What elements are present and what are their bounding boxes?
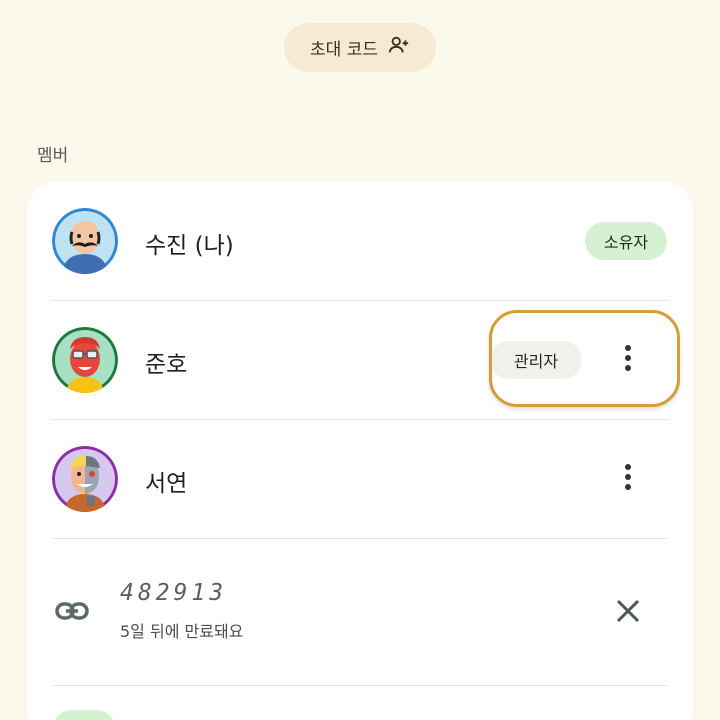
divider bbox=[52, 685, 668, 686]
invite-code-label: 초대 코드 bbox=[310, 40, 378, 60]
member-row: 준호 관리자 bbox=[27, 301, 693, 419]
member-name: 준호 bbox=[145, 352, 188, 378]
admin-badge: 관리자 bbox=[490, 341, 582, 379]
member-row: 수진 (나) 소유자 bbox=[27, 182, 693, 300]
members-card: 수진 (나) 소유자 준호 관리자 서연 482913 5일 뒤에 만료돼요 bbox=[27, 182, 693, 720]
more-vert-icon bbox=[624, 463, 632, 495]
bald-mustache-man-avatar bbox=[52, 208, 118, 274]
half-robot-avatar bbox=[52, 446, 118, 512]
member-name: 서연 bbox=[145, 471, 188, 497]
members-section-label: 멤버 bbox=[37, 146, 69, 166]
partial-action-pill[interactable] bbox=[52, 710, 116, 720]
red-beard-glasses-avatar bbox=[52, 327, 118, 393]
link-icon bbox=[55, 600, 89, 622]
member-row: 서연 bbox=[27, 420, 693, 538]
revoke-code-button[interactable] bbox=[615, 598, 641, 624]
invite-code-button[interactable]: 초대 코드 bbox=[284, 23, 436, 72]
owner-badge: 소유자 bbox=[585, 222, 667, 260]
more-options-button[interactable] bbox=[611, 457, 645, 501]
more-vert-icon bbox=[624, 344, 632, 376]
invite-code-expiry: 5일 뒤에 만료돼요 bbox=[120, 622, 244, 641]
member-name: 수진 (나) bbox=[145, 233, 234, 259]
invite-code-value: 482913 bbox=[120, 580, 228, 606]
close-icon bbox=[615, 599, 641, 628]
person-add-icon bbox=[388, 34, 410, 61]
more-options-button[interactable] bbox=[611, 338, 645, 382]
divider bbox=[52, 538, 668, 539]
